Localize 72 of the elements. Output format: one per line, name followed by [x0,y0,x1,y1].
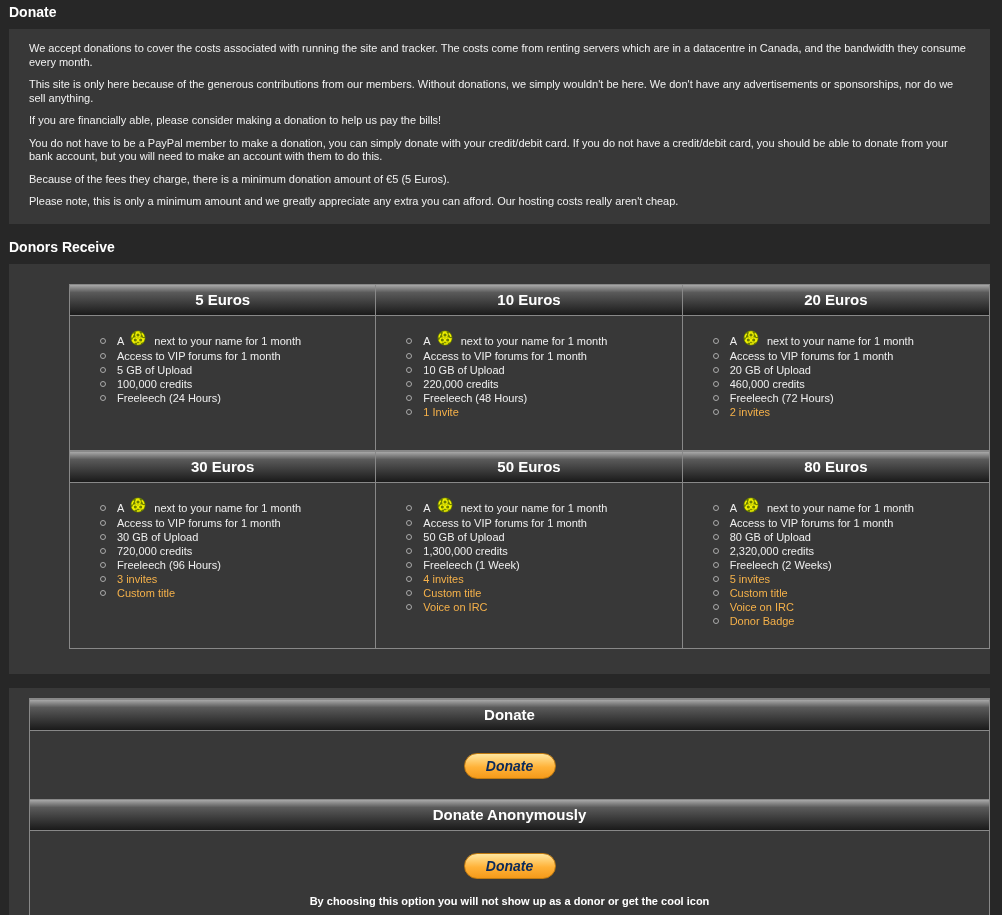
perk-text: 460,000 credits [729,376,805,391]
biohazard-icon [743,329,759,346]
perk-text: Access to VIP forums for 1 month [729,348,894,363]
tier-header: 30 Euros [70,450,376,483]
perk-text: 10 GB of Upload [423,362,505,377]
section-title: Donate [9,3,58,22]
bonus-perk-text: Custom title [423,585,482,600]
perk-text: next to your name for 1 month [154,501,302,515]
perk-text: Access to VIP forums for 1 month [117,515,281,530]
perk-text: 30 GB of Upload [117,529,199,544]
bonus-perk-text: Donor Badge [729,613,795,628]
bonus-perk-text: Voice on IRC [729,599,794,614]
option-header: Donate Anonymously [30,798,989,831]
perk-text: next to your name for 1 month [460,334,608,348]
bonus-perk-text: 4 invites [423,571,464,586]
biohazard-icon [130,496,147,513]
perk-text: A [729,334,737,348]
perk-text: Freeleech (1 Week) [423,557,520,572]
perk-text: Access to VIP forums for 1 month [117,348,281,363]
tier-header: 5 Euros [70,283,376,316]
perk-text: Access to VIP forums for 1 month [729,515,894,530]
perk-text: A [117,501,125,515]
biohazard-icon [436,496,453,513]
perk-text: 50 GB of Upload [423,529,505,544]
info-paragraph: This site is only here because of the generous contributions from our members. Without donations, we simply wouldn't be here. We don't have any advertisements or sponsorships, nor do we sell anything. [29,78,955,105]
perk-text: next to your name for 1 month [154,334,302,348]
perk-text: Freeleech (24 Hours) [117,390,221,405]
info-paragraph: If you are financially able, please consider making a donation to help us pay the bills! [29,114,443,128]
perk-text: A [117,334,125,348]
tier-header: 10 Euros [376,283,682,316]
perk-text: Freeleech (2 Weeks) [729,557,832,572]
bonus-perk-text: Voice on IRC [423,599,488,614]
perk-text: A [729,501,737,515]
perk-text: 2,320,000 credits [729,543,815,558]
info-paragraph: You do not have to be a PayPal member to make a donation, you can simply donate with your credit/debit card. If you do not have a credit/debit card, you should be able to donate from your bank account, but you will need to make an account with them to do this. [29,136,949,164]
perk-text: 5 GB of Upload [117,362,193,377]
perk-text: 720,000 credits [117,543,193,558]
perk-text: A [423,501,431,515]
perk-text: next to your name for 1 month [767,334,914,348]
perk-text: Access to VIP forums for 1 month [423,348,587,363]
bonus-perk-text: 2 invites [729,404,770,419]
donate-button[interactable]: Donate [463,852,556,879]
perk-text: A [423,334,431,348]
donate-button[interactable]: Donate [463,752,556,779]
option-header: Donate [30,698,989,731]
perk-text: Freeleech (96 Hours) [117,557,221,572]
perk-text: Access to VIP forums for 1 month [423,515,587,530]
bonus-perk-text: 3 invites [117,571,158,586]
section-title: Donors Receive [9,237,116,257]
tier-header: 50 Euros [376,450,682,483]
info-paragraph: Please note, this is only a minimum amount and we greatly appreciate any extra you can afford. Our hosting costs really aren't cheap. [29,195,680,209]
bonus-perk-text: Custom title [729,585,788,600]
perk-text: 100,000 credits [117,376,193,391]
tier-header: 20 Euros [682,283,989,316]
perk-text: 220,000 credits [423,376,499,391]
option-note: By choosing this option you will not show up as a donor or get the cool icon [309,894,710,907]
bonus-perk-text: 1 Invite [423,404,459,419]
info-paragraph: Because of the fees they charge, there is a minimum donation amount of €5 (5 Euros). [29,172,451,186]
perk-text: 80 GB of Upload [729,529,811,544]
tier-header: 80 Euros [682,450,989,483]
perk-text: Freeleech (72 Hours) [729,390,834,405]
perk-text: next to your name for 1 month [767,501,914,515]
bonus-perk-text: Custom title [117,585,176,600]
info-paragraph: We accept donations to cover the costs associated with running the site and tracker. The costs come from renting servers which are in a datacentre in Canada, and the bandwidth they consume every month. [29,42,967,69]
perk-text: Freeleech (48 Hours) [423,390,528,405]
bonus-perk-text: 5 invites [729,571,770,586]
biohazard-icon [436,329,453,346]
biohazard-icon [743,496,759,513]
perk-text: 20 GB of Upload [729,362,811,377]
perk-text: next to your name for 1 month [460,501,608,515]
biohazard-icon [130,329,147,346]
perk-text: 1,300,000 credits [423,543,508,558]
